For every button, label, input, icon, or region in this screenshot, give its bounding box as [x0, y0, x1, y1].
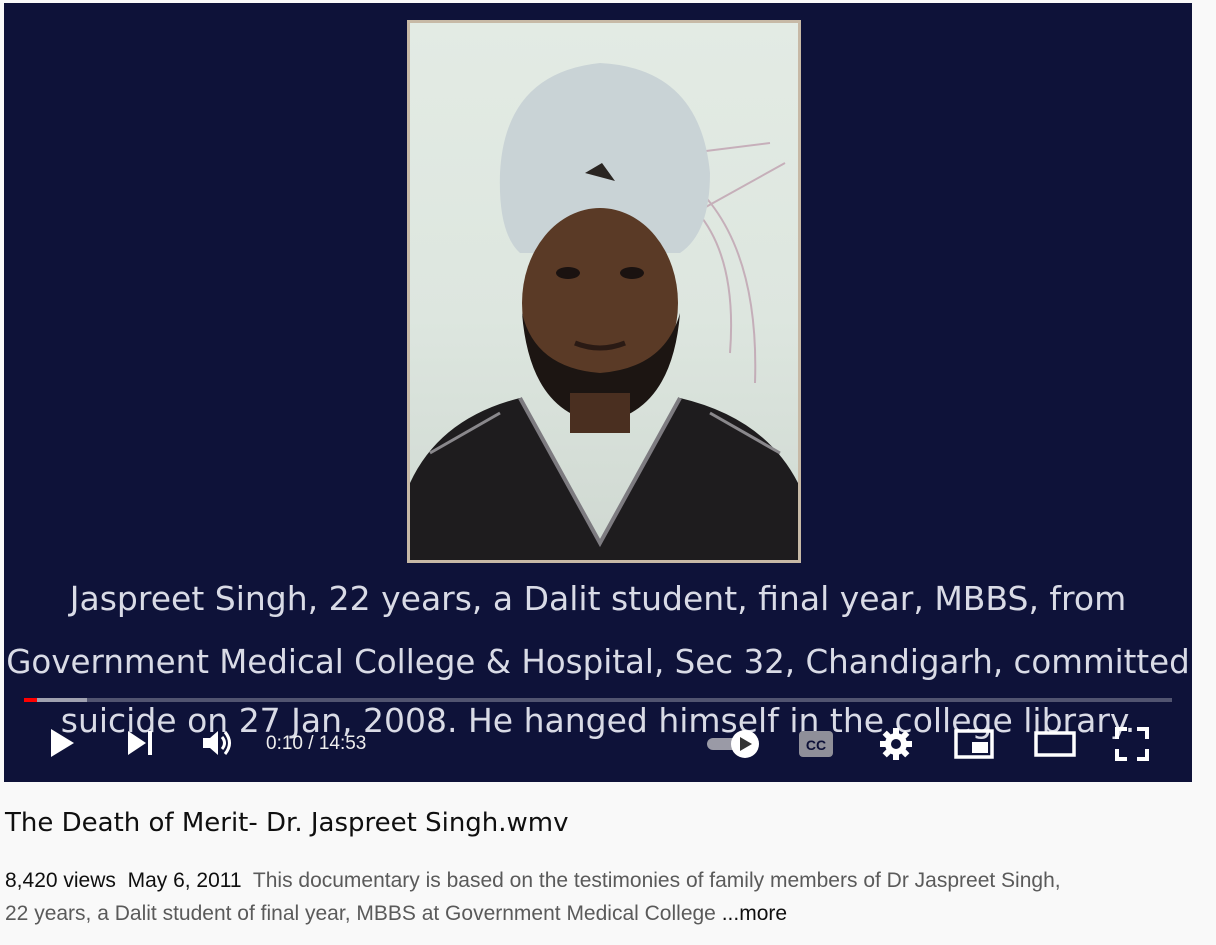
settings-icon — [880, 728, 912, 760]
time-display: 0:10 / 14:53 — [266, 733, 367, 754]
description-box[interactable]: 8,420 views May 6, 2011 This documentary… — [5, 864, 1065, 930]
miniplayer-button[interactable] — [952, 727, 996, 761]
fullscreen-icon — [1115, 727, 1149, 761]
fullscreen-button-area[interactable] — [1112, 725, 1152, 763]
video-title: The Death of Merit- Dr. Jaspreet Singh.w… — [5, 808, 569, 838]
settings-button[interactable] — [876, 727, 916, 761]
play-button[interactable] — [44, 725, 80, 761]
autoplay-toggle-icon — [707, 730, 759, 758]
portrait-photo — [407, 20, 801, 563]
miniplayer-icon — [954, 729, 994, 759]
theater-mode-button[interactable] — [1032, 727, 1078, 761]
autoplay-toggle[interactable] — [704, 727, 764, 761]
player-controls: 0:10 / 14:53 CC — [4, 715, 1192, 771]
upload-date: May 6, 2011 — [127, 869, 242, 892]
theater-mode-icon — [1034, 731, 1076, 757]
next-icon — [128, 731, 152, 755]
video-player[interactable]: Jaspreet Singh, 22 years, a Dalit studen… — [4, 3, 1192, 782]
caption-line-1: Jaspreet Singh, 22 years, a Dalit studen… — [69, 579, 1127, 618]
volume-icon — [203, 731, 231, 755]
fullscreen-button[interactable] — [4, 725, 44, 763]
caption-line-2: Government Medical College & Hospital, S… — [6, 643, 1190, 681]
more-link[interactable]: ...more — [722, 902, 787, 925]
portrait-illustration — [410, 63, 798, 560]
view-count: 8,420 views — [5, 869, 116, 892]
volume-button[interactable] — [198, 725, 236, 761]
play-icon — [51, 729, 74, 757]
next-button[interactable] — [122, 725, 158, 761]
captions-icon: CC — [799, 731, 833, 757]
captions-label: CC — [806, 737, 826, 753]
captions-button[interactable]: CC — [796, 729, 836, 759]
